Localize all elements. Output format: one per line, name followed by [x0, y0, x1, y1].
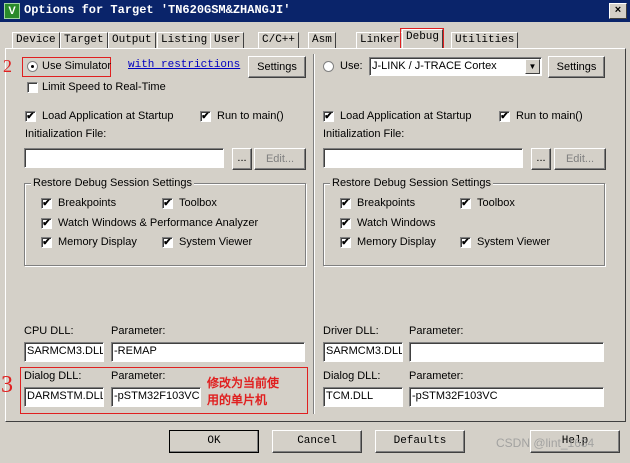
watch-checkbox-left[interactable]: ✔ — [41, 218, 52, 229]
init-file-label-left: Initialization File: — [25, 128, 107, 140]
breakpoints-checkbox-right[interactable]: ✔ — [340, 198, 351, 209]
load-app-label-right: Load Application at Startup — [340, 110, 472, 122]
memory-label-right: Memory Display — [357, 236, 436, 248]
annotation-note-line2: 用的单片机 — [207, 393, 268, 407]
watch-label-left: Watch Windows & Performance Analyzer — [58, 217, 259, 229]
breakpoints-label-left: Breakpoints — [58, 197, 117, 209]
sysviewer-label-left: System Viewer — [179, 236, 253, 248]
use-simulator-label: Use Simulator — [42, 60, 112, 72]
annotation-mark-3: 3 — [1, 372, 13, 398]
tab-listing[interactable]: Listing — [157, 32, 212, 48]
tab-utilities[interactable]: Utilities — [451, 32, 519, 48]
dialog-dll-input-left[interactable]: DARMSTM.DLL — [24, 387, 104, 407]
init-file-label-right: Initialization File: — [323, 128, 405, 140]
dialog-dll-label-right: Dialog DLL: — [323, 370, 381, 382]
chevron-down-icon[interactable]: ▼ — [525, 59, 540, 74]
use-label: Use: — [340, 60, 363, 72]
toolbox-label-right: Toolbox — [477, 197, 515, 209]
restore-settings-title-right: Restore Debug Session Settings — [330, 177, 493, 189]
tab-c-cpp[interactable]: C/C++ — [258, 32, 300, 48]
load-app-label-left: Load Application at Startup — [42, 110, 174, 122]
window-title: Options for Target 'TN620GSM&ZHANGJI' — [24, 3, 291, 17]
watch-checkbox-right[interactable]: ✔ — [340, 218, 351, 229]
driver-param-label: Parameter: — [409, 325, 464, 337]
dialog-param-input-right[interactable]: -pSTM32F103VC — [409, 387, 604, 407]
annotation-note-line1: 修改为当前使 — [207, 376, 280, 390]
driver-dll-input[interactable]: SARMCM3.DLL — [323, 342, 403, 362]
toolbox-checkbox-left[interactable]: ✔ — [162, 198, 173, 209]
init-file-edit-left[interactable]: Edit... — [254, 148, 306, 170]
cpu-dll-label: CPU DLL: — [24, 325, 74, 337]
tab-asm[interactable]: Asm — [308, 32, 336, 48]
run-to-main-checkbox-right[interactable]: ✔ — [499, 111, 510, 122]
dialog-dll-label-left: Dialog DLL: — [24, 370, 82, 382]
tab-user[interactable]: User — [210, 32, 245, 48]
watermark: CSDN @lint_1634 — [496, 436, 595, 450]
load-app-checkbox-right[interactable]: ✔ — [323, 111, 334, 122]
app-icon: V — [4, 3, 20, 19]
driver-settings-button[interactable]: Settings — [548, 56, 605, 78]
dialog-param-input-left[interactable]: -pSTM32F103VC — [111, 387, 201, 407]
memory-label-left: Memory Display — [58, 236, 137, 248]
init-file-input-right[interactable] — [323, 148, 523, 168]
defaults-button[interactable]: Defaults — [375, 430, 465, 453]
memory-checkbox-right[interactable]: ✔ — [340, 237, 351, 248]
limit-speed-label: Limit Speed to Real-Time — [42, 81, 166, 93]
sysviewer-checkbox-left[interactable]: ✔ — [162, 237, 173, 248]
close-button[interactable]: × — [609, 3, 627, 19]
run-to-main-label-left: Run to main() — [217, 110, 284, 122]
sysviewer-checkbox-right[interactable]: ✔ — [460, 237, 471, 248]
driver-select[interactable]: J-LINK / J-TRACE Cortex ▼ — [369, 57, 542, 76]
tab-debug[interactable]: Debug — [402, 29, 444, 48]
annotation-mark-2: 2 — [3, 56, 12, 76]
toolbox-label-left: Toolbox — [179, 197, 217, 209]
dialog-param-label-left: Parameter: — [111, 370, 166, 382]
with-restrictions-link[interactable]: with restrictions — [128, 59, 240, 71]
title-bar: V Options for Target 'TN620GSM&ZHANGJI' … — [0, 0, 630, 22]
sysviewer-label-right: System Viewer — [477, 236, 551, 248]
load-app-checkbox-left[interactable]: ✔ — [25, 111, 36, 122]
init-file-edit-right[interactable]: Edit... — [554, 148, 606, 170]
tab-output[interactable]: Output — [108, 32, 156, 48]
cpu-param-label: Parameter: — [111, 325, 166, 337]
driver-dll-label: Driver DLL: — [323, 325, 379, 337]
tab-linker[interactable]: Linker — [356, 32, 404, 48]
tab-device[interactable]: Device — [12, 32, 60, 48]
breakpoints-checkbox-left[interactable]: ✔ — [41, 198, 52, 209]
panel-divider — [313, 54, 315, 414]
driver-select-value: J-LINK / J-TRACE Cortex — [372, 60, 497, 72]
cancel-button[interactable]: Cancel — [272, 430, 362, 453]
ok-button[interactable]: OK — [169, 430, 259, 453]
limit-speed-checkbox[interactable] — [27, 82, 38, 93]
memory-checkbox-left[interactable]: ✔ — [41, 237, 52, 248]
init-file-input-left[interactable] — [24, 148, 224, 168]
simulator-settings-button[interactable]: Settings — [248, 56, 306, 78]
driver-param-input[interactable] — [409, 342, 604, 362]
dialog-param-label-right: Parameter: — [409, 370, 464, 382]
run-to-main-label-right: Run to main() — [516, 110, 583, 122]
restore-settings-title-left: Restore Debug Session Settings — [31, 177, 194, 189]
run-to-main-checkbox-left[interactable]: ✔ — [200, 111, 211, 122]
breakpoints-label-right: Breakpoints — [357, 197, 416, 209]
tab-target[interactable]: Target — [60, 32, 108, 48]
init-file-browse-right[interactable]: ... — [531, 148, 551, 170]
cpu-dll-input[interactable]: SARMCM3.DLL — [24, 342, 104, 362]
dialog-dll-input-right[interactable]: TCM.DLL — [323, 387, 403, 407]
init-file-browse-left[interactable]: ... — [232, 148, 252, 170]
use-driver-radio[interactable] — [323, 61, 334, 72]
use-simulator-radio[interactable] — [27, 61, 38, 72]
toolbox-checkbox-right[interactable]: ✔ — [460, 198, 471, 209]
cpu-param-input[interactable]: -REMAP — [111, 342, 305, 362]
watch-label-right: Watch Windows — [357, 217, 436, 229]
